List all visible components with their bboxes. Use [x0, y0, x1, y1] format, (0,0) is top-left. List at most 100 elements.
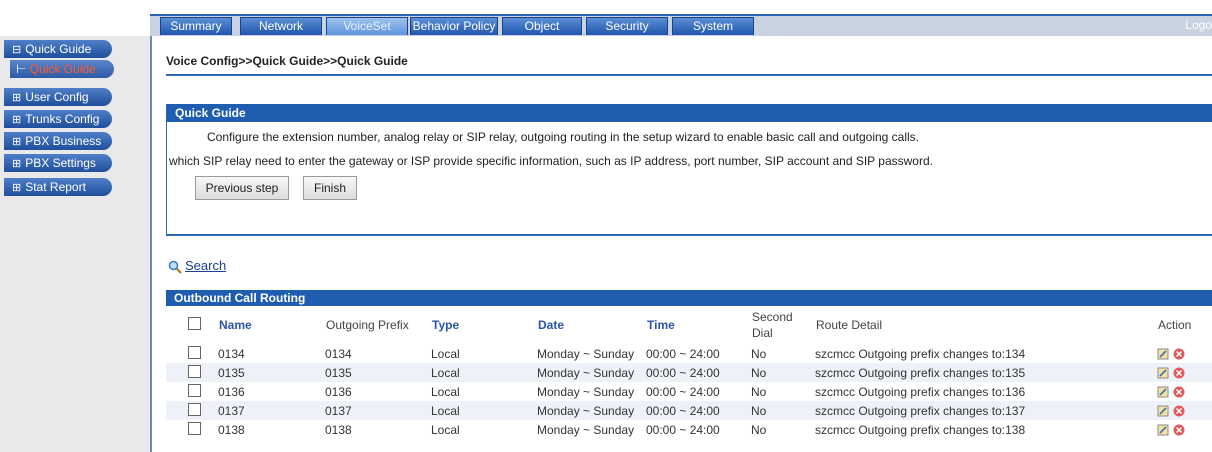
row-date: Monday ~ Sunday [537, 422, 635, 437]
plus-box-icon: ⊞ [12, 182, 22, 194]
row-checkbox[interactable] [188, 421, 201, 435]
sidebar-item-label: Quick Guide [25, 42, 92, 56]
sidebar-item-user-config[interactable]: ⊞ User Config [4, 88, 112, 106]
row-second-dial: No [751, 363, 815, 382]
col-second-dial: Second Dial [751, 306, 815, 344]
row-name: 0136 [218, 384, 245, 399]
delete-icon[interactable] [1173, 424, 1185, 436]
col-second-dial-line2: Dial [752, 326, 773, 340]
row-name: 0134 [218, 346, 245, 361]
row-prefix: 0135 [325, 363, 431, 382]
row-checkbox[interactable] [188, 364, 201, 378]
tab-system[interactable]: System [672, 17, 754, 35]
col-date[interactable]: Date [537, 306, 646, 344]
main-content: Voice Config>>Quick Guide>>Quick Guide Q… [152, 36, 1212, 452]
row-checkbox[interactable] [188, 383, 201, 397]
tab-network[interactable]: Network [240, 17, 322, 35]
sidebar-item-pbx-business[interactable]: ⊞ PBX Business [4, 132, 112, 150]
row-route-detail: szcmcc Outgoing prefix changes to:136 [815, 384, 1026, 399]
col-action: Action [1158, 318, 1192, 332]
row-second-dial: No [751, 401, 815, 420]
panel-title: Quick Guide [167, 104, 1212, 122]
col-outgoing-prefix: Outgoing Prefix [326, 318, 409, 332]
row-route-detail: szcmcc Outgoing prefix changes to:134 [815, 346, 1026, 361]
row-time: 00:00 ~ 24:00 [646, 422, 720, 437]
sidebar-subitem-quick-guide[interactable]: ⊢ Quick Guide [10, 60, 114, 78]
sidebar-item-label: PBX Settings [25, 156, 96, 170]
row-date: Monday ~ Sunday [537, 346, 635, 361]
guide-text-line2: which SIP relay need to enter the gatewa… [169, 154, 933, 168]
tab-behavior-policy[interactable]: Behavior Policy [410, 17, 498, 35]
row-route-detail: szcmcc Outgoing prefix changes to:138 [815, 422, 1026, 437]
delete-icon[interactable] [1173, 348, 1185, 360]
row-actions [1157, 363, 1212, 382]
row-actions [1157, 420, 1212, 439]
divider [166, 234, 1212, 236]
row-checkbox-cell [166, 344, 218, 363]
row-checkbox[interactable] [188, 345, 201, 359]
plus-box-icon: ⊞ [12, 92, 22, 104]
edit-icon[interactable] [1157, 405, 1169, 417]
logout-link[interactable]: Logo [1185, 18, 1212, 32]
sidebar: ⊟ Quick Guide ⊢ Quick Guide ⊞ User Config … [0, 36, 152, 452]
row-time: 00:00 ~ 24:00 [646, 384, 720, 399]
row-time: 00:00 ~ 24:00 [646, 363, 751, 382]
delete-icon[interactable] [1173, 405, 1185, 417]
edit-icon[interactable] [1157, 424, 1169, 436]
sidebar-item-pbx-settings[interactable]: ⊞ PBX Settings [4, 154, 112, 172]
sidebar-item-stat-report[interactable]: ⊞ Stat Report [4, 178, 112, 196]
row-second-dial: No [751, 384, 767, 399]
row-checkbox-cell [166, 420, 218, 439]
row-type: Local [431, 363, 537, 382]
table-row: 0134 0134 Local Monday ~ Sunday 00:00 ~ 24:0… [166, 344, 1212, 363]
quick-guide-panel: Quick Guide Configure the extension numb… [166, 104, 1212, 235]
tab-voiceset[interactable]: VoiceSet [326, 17, 408, 35]
row-name: 0138 [218, 422, 245, 437]
previous-step-button[interactable]: Previous step [195, 176, 289, 200]
col-type[interactable]: Type [431, 306, 537, 344]
edit-icon[interactable] [1157, 367, 1169, 379]
table-header-row: Name Outgoing Prefix Type Date Time Seco… [166, 306, 1212, 344]
delete-icon[interactable] [1173, 386, 1185, 398]
sidebar-item-quick-guide[interactable]: ⊟ Quick Guide [4, 40, 112, 58]
row-second-dial: No [751, 422, 767, 437]
row-checkbox-cell [166, 382, 218, 401]
row-actions [1157, 382, 1212, 401]
row-time: 00:00 ~ 24:00 [646, 346, 720, 361]
sidebar-subitem-label: Quick Guide [29, 62, 96, 76]
row-route-detail: szcmcc Outgoing prefix changes to:137 [815, 401, 1157, 420]
search-label: Search [185, 258, 227, 273]
row-date: Monday ~ Sunday [537, 401, 646, 420]
row-route-detail: szcmcc Outgoing prefix changes to:135 [815, 363, 1157, 382]
row-name: 0137 [218, 401, 325, 420]
row-checkbox-cell [166, 401, 218, 420]
plus-box-icon: ⊞ [12, 114, 22, 126]
row-actions [1157, 401, 1212, 420]
sidebar-item-label: Stat Report [25, 180, 86, 194]
tab-security[interactable]: Security [586, 17, 668, 35]
table-row: 0138 0138 Local Monday ~ Sunday 00:00 ~ 24:0… [166, 420, 1212, 439]
finish-button[interactable]: Finish [303, 176, 357, 200]
table-row: 0135 0135 Local Monday ~ Sunday 00:00 ~ 24:0… [166, 363, 1212, 382]
tab-summary[interactable]: Summary [160, 17, 232, 35]
delete-icon[interactable] [1173, 367, 1185, 379]
breadcrumb: Voice Config>>Quick Guide>>Quick Guide [166, 54, 408, 68]
select-all-checkbox[interactable] [188, 317, 201, 330]
sidebar-item-trunks-config[interactable]: ⊞ Trunks Config [4, 110, 112, 128]
row-checkbox[interactable] [188, 402, 201, 416]
sidebar-item-label: PBX Business [25, 134, 102, 148]
col-route-detail: Route Detail [816, 318, 883, 332]
edit-icon[interactable] [1157, 386, 1169, 398]
plus-box-icon: ⊞ [12, 136, 22, 148]
tab-object[interactable]: Object [502, 17, 582, 35]
edit-icon[interactable] [1157, 348, 1169, 360]
col-name[interactable]: Name [218, 306, 325, 344]
row-type: Local [431, 384, 460, 399]
col-time[interactable]: Time [646, 306, 751, 344]
row-date: Monday ~ Sunday [537, 363, 646, 382]
search-link[interactable]: Search [168, 258, 226, 274]
row-type: Local [431, 346, 460, 361]
row-type: Local [431, 401, 537, 420]
sidebar-item-label: Trunks Config [25, 112, 100, 126]
minus-box-icon: ⊟ [12, 44, 22, 56]
